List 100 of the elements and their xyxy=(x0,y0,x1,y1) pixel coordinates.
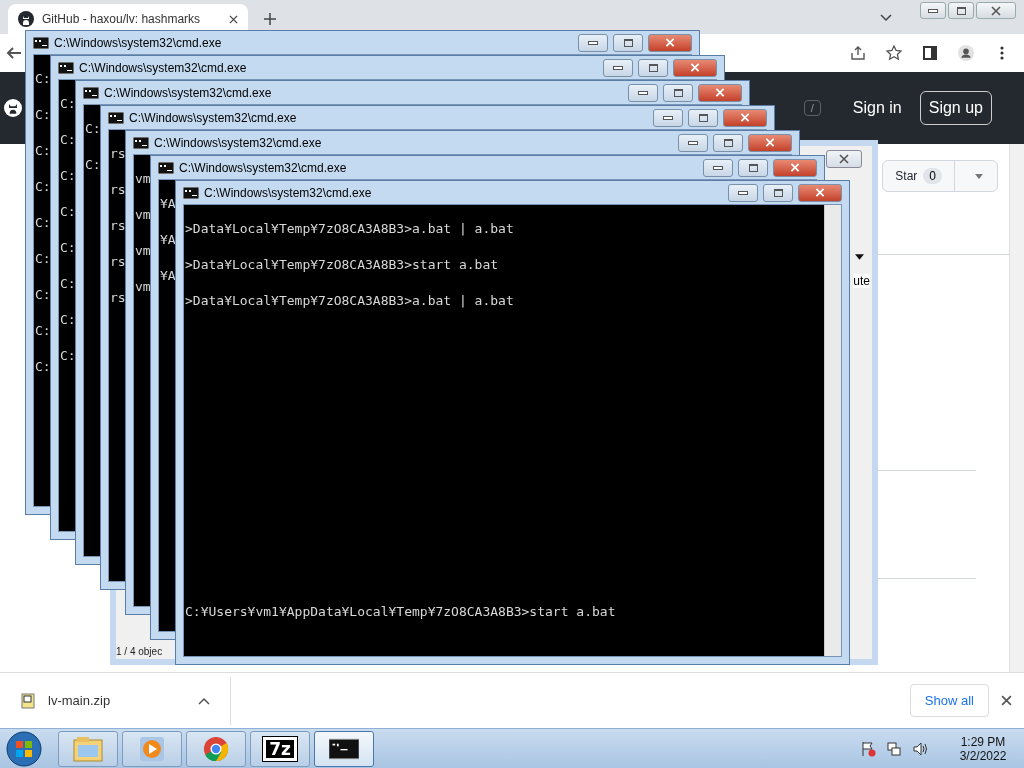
github-logo-icon xyxy=(18,11,34,27)
console-line: C: xyxy=(60,311,76,329)
console-line: C: xyxy=(35,322,51,340)
minimize-button[interactable] xyxy=(678,133,708,152)
close-icon[interactable] xyxy=(1001,695,1012,706)
flag-icon[interactable] xyxy=(860,740,876,757)
tab-title: GitHub - haxou/lv: hashmarks xyxy=(42,12,202,26)
scrollbar[interactable] xyxy=(824,205,841,656)
close-button[interactable] xyxy=(648,33,692,52)
close-icon[interactable] xyxy=(229,14,238,24)
taskbar-button[interactable]: 7z xyxy=(250,730,310,767)
taskbar-button[interactable] xyxy=(314,730,374,767)
close-icon xyxy=(665,38,675,47)
restore-button[interactable] xyxy=(948,2,974,19)
star-label: Star xyxy=(895,169,918,183)
console-line: vm xyxy=(135,206,151,224)
console-line: C: xyxy=(35,106,51,124)
minimize-button[interactable] xyxy=(578,33,608,52)
console-line: >Data¥Local¥Temp¥7zO8CA3A8B3>a.bat | a.bat xyxy=(185,292,514,310)
console-line: C: xyxy=(35,286,51,304)
close-icon xyxy=(790,163,800,172)
download-filename[interactable]: lv-main.zip xyxy=(48,693,198,708)
maximize-button[interactable] xyxy=(688,108,718,127)
console-line: ¥A xyxy=(160,195,176,213)
console-line: >Data¥Local¥Temp¥7zO8CA3A8B3>start a.bat xyxy=(185,256,499,274)
console-line: vm xyxy=(135,170,151,188)
close-button[interactable] xyxy=(673,58,717,77)
back-arrow-icon[interactable] xyxy=(6,45,22,61)
console-icon xyxy=(133,136,149,149)
profile-icon[interactable] xyxy=(958,45,974,61)
maximize-button[interactable] xyxy=(613,33,643,52)
console-icon xyxy=(183,186,199,199)
search-shortcut-key: / xyxy=(803,100,821,116)
console-icon xyxy=(58,61,74,74)
maximize-button[interactable] xyxy=(763,183,793,202)
console-line: >Data¥Local¥Temp¥7zO8CA3A8B3>a.bat | a.bat xyxy=(185,220,514,238)
console-line: C: xyxy=(35,358,51,376)
network-icon[interactable] xyxy=(886,740,902,757)
show-all-button[interactable]: Show all xyxy=(909,684,989,717)
caret-up-icon[interactable] xyxy=(198,696,210,705)
close-button[interactable] xyxy=(698,83,742,102)
github-logo-icon[interactable] xyxy=(4,99,22,117)
clock[interactable]: 1:29 PM 3/2/2022 xyxy=(950,734,1016,763)
new-tab-icon[interactable] xyxy=(264,13,276,25)
close-button[interactable] xyxy=(773,158,817,177)
console-line: C:¥Users¥vm1¥AppData¥Local¥Temp¥7zO8CA3A8B3>start a.bat xyxy=(185,603,616,621)
clock-time: 1:29 PM xyxy=(960,734,1006,749)
close-icon xyxy=(690,63,700,72)
console-line: C: xyxy=(60,203,76,221)
console-line: ¥A xyxy=(160,267,176,285)
console-line: C: xyxy=(60,131,76,149)
minimize-button[interactable] xyxy=(920,2,946,19)
maximize-button[interactable] xyxy=(638,58,668,77)
star-icon[interactable] xyxy=(886,45,902,61)
start-orb-icon[interactable] xyxy=(6,730,42,767)
star-button[interactable]: Star 0 xyxy=(882,160,998,192)
console-line: C: xyxy=(60,95,76,113)
caret-icon[interactable] xyxy=(975,173,983,179)
maximize-button[interactable] xyxy=(738,158,768,177)
console-line: C: xyxy=(60,239,76,257)
close-button[interactable] xyxy=(976,2,1016,19)
close-button[interactable] xyxy=(723,108,767,127)
window-title: C:\Windows\system32\cmd.exe xyxy=(154,135,322,150)
close-icon xyxy=(740,113,750,122)
console-line: C: xyxy=(35,142,51,160)
minimize-button[interactable] xyxy=(653,108,683,127)
close-icon xyxy=(991,5,1001,16)
console-line: rs xyxy=(110,253,126,271)
minimize-button[interactable] xyxy=(628,83,658,102)
minimize-button[interactable] xyxy=(703,158,733,177)
play-icon xyxy=(137,735,167,762)
maximize-button[interactable] xyxy=(713,133,743,152)
sign-up-button[interactable]: Sign up xyxy=(919,91,992,125)
sign-in-link[interactable]: Sign in xyxy=(852,99,902,117)
share-icon[interactable] xyxy=(850,45,866,61)
close-button[interactable] xyxy=(826,150,862,168)
console-icon xyxy=(33,36,49,49)
close-button[interactable] xyxy=(748,133,792,152)
star-count: 0 xyxy=(923,168,942,184)
console-line: C: xyxy=(60,275,76,293)
close-icon xyxy=(765,138,775,147)
console-line: vm xyxy=(135,242,151,260)
minimize-button[interactable] xyxy=(603,58,633,77)
window-title: C:\Windows\system32\cmd.exe xyxy=(129,110,297,125)
scrollbar[interactable] xyxy=(1009,144,1024,672)
console-line: C: xyxy=(60,167,76,185)
dropdown-arrow-icon[interactable] xyxy=(855,254,864,260)
console-icon xyxy=(108,111,124,124)
maximize-button[interactable] xyxy=(663,83,693,102)
volume-icon[interactable] xyxy=(912,740,928,757)
chevron-down-icon[interactable] xyxy=(880,14,892,22)
window-title: C:\Windows\system32\cmd.exe xyxy=(104,85,272,100)
console-line: vm xyxy=(135,278,151,296)
console-line: rs xyxy=(110,289,126,307)
minimize-button[interactable] xyxy=(728,183,758,202)
console-icon xyxy=(83,86,99,99)
column-header[interactable]: ute xyxy=(853,274,870,288)
archiver-icon: 7z xyxy=(263,736,297,761)
close-button[interactable] xyxy=(798,183,842,202)
side-panel-icon[interactable] xyxy=(922,45,938,61)
